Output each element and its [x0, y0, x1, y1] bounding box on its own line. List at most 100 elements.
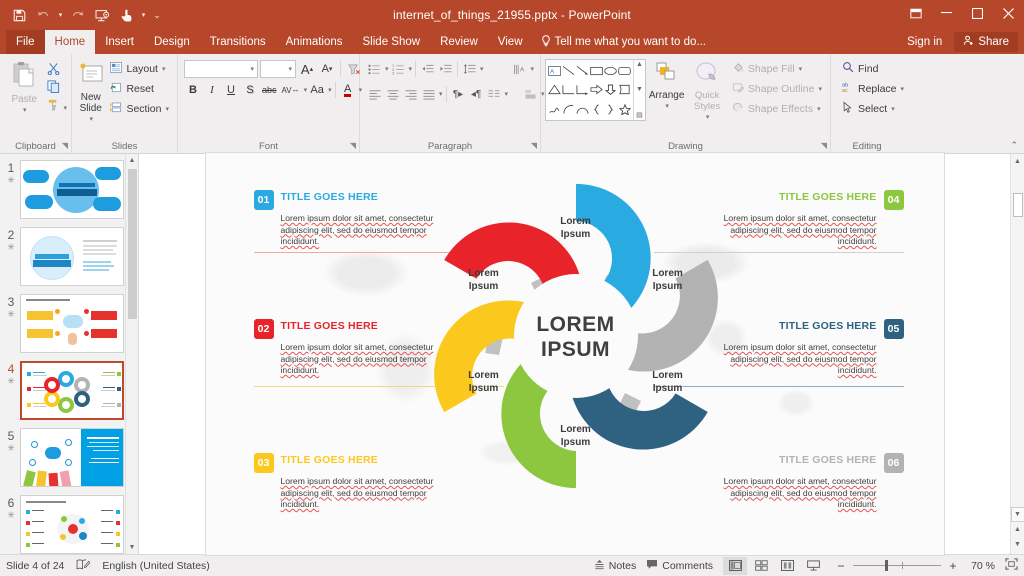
zoom-in-button[interactable]: + [947, 559, 959, 573]
underline-button[interactable]: U [222, 81, 240, 99]
clipboard-dialog-launcher[interactable]: ◥ [62, 139, 68, 153]
ltr-button[interactable]: ¶▸ [450, 85, 467, 103]
tab-transitions[interactable]: Transitions [200, 30, 276, 54]
decrease-indent-button[interactable] [419, 60, 436, 78]
numbering-button[interactable]: 123 [390, 60, 407, 78]
select-dropdown-icon[interactable]: ▾ [891, 105, 895, 113]
elbow-arrow-connector-icon[interactable] [575, 80, 589, 99]
slide-item-05[interactable]: 05 TITLE GOES HERE Lorem ipsum dolor sit… [724, 319, 904, 377]
layout-dropdown-icon[interactable]: ▾ [162, 65, 166, 73]
select-button[interactable]: Select ▾ [837, 99, 908, 118]
start-presentation-icon[interactable] [91, 4, 113, 26]
curve-shape-icon[interactable] [575, 100, 589, 119]
down-arrow-shape-icon[interactable] [604, 80, 618, 99]
section-dropdown-icon[interactable]: ▾ [165, 105, 169, 113]
paste-button[interactable]: Paste ▾ [4, 57, 44, 116]
thumbnail-slide-2[interactable]: 2 ✳ [0, 227, 138, 294]
canvas-scroll-up-icon[interactable]: ▲ [1011, 154, 1024, 169]
fit-to-window-icon[interactable] [1005, 558, 1018, 573]
rounded-rectangle-shape-icon[interactable] [618, 61, 632, 80]
new-slide-dropdown-icon[interactable]: ▾ [89, 114, 93, 125]
copy-icon[interactable] [44, 78, 62, 95]
slide-sorter-view-button[interactable] [749, 557, 773, 575]
thumbnail-image-3[interactable] [20, 294, 124, 353]
freeform-scribble-icon[interactable] [547, 100, 561, 119]
slide-item-02[interactable]: 02 TITLE GOES HERE Lorem ipsum dolor sit… [253, 319, 434, 377]
decrease-font-size-button[interactable]: A ▾ [318, 60, 336, 78]
arrow-shape-icon[interactable] [575, 61, 589, 80]
reset-button[interactable]: Reset [105, 79, 173, 98]
triangle-shape-icon[interactable] [547, 80, 561, 99]
reading-view-button[interactable] [775, 557, 799, 575]
paste-dropdown-icon[interactable]: ▾ [23, 105, 27, 116]
rtl-button[interactable]: ◂¶ [468, 85, 485, 103]
align-right-button[interactable] [402, 85, 419, 103]
thumbnail-image-4[interactable] [20, 361, 124, 420]
minimize-button[interactable] [931, 0, 962, 26]
align-center-button[interactable] [384, 85, 401, 103]
tab-home[interactable]: Home [44, 30, 96, 54]
section-button[interactable]: Section ▾ [105, 99, 173, 118]
character-spacing-dropdown-icon[interactable]: ▾ [304, 86, 308, 94]
layout-button[interactable]: Layout ▾ [105, 59, 173, 78]
shape-effects-dropdown-icon[interactable]: ▾ [817, 105, 821, 113]
font-dialog-launcher[interactable]: ◥ [350, 139, 356, 153]
thumbnail-pane-scrollbar[interactable]: ▲ ▼ [125, 154, 138, 554]
change-case-button[interactable]: Aa [308, 81, 326, 99]
new-slide-button[interactable]: New Slide ▾ [76, 57, 105, 125]
numbering-dropdown-icon[interactable]: ▾ [409, 65, 413, 73]
bold-button[interactable]: B [184, 81, 202, 99]
line-spacing-button[interactable] [461, 60, 478, 78]
thumbnail-image-2[interactable] [20, 227, 124, 286]
undo-icon[interactable] [32, 4, 54, 26]
right-arrow-shape-icon[interactable] [589, 80, 603, 99]
shape-effects-button[interactable]: Shape Effects ▾ [727, 99, 826, 118]
close-button[interactable] [993, 0, 1024, 26]
line-spacing-dropdown-icon[interactable]: ▾ [480, 65, 484, 73]
customize-qat-icon[interactable]: ⌄ [150, 4, 164, 26]
thumbnail-scroll-down-icon[interactable]: ▼ [126, 541, 139, 554]
tell-me-search[interactable]: Tell me what you want to do... [533, 30, 715, 54]
font-color-button[interactable]: A [339, 81, 357, 99]
thumbnail-image-1[interactable] [20, 160, 124, 219]
bullets-button[interactable] [366, 60, 383, 78]
thumbnail-image-5[interactable] [20, 428, 124, 487]
convert-to-smartart-button[interactable] [522, 85, 539, 103]
tab-view[interactable]: View [488, 30, 533, 54]
zoom-out-button[interactable]: − [835, 559, 847, 573]
format-painter-icon[interactable] [44, 96, 62, 113]
touch-mode-dropdown-icon[interactable]: ▾ [139, 4, 148, 26]
canvas-scroll-down-icon[interactable]: ▲ [1011, 522, 1024, 537]
zoom-level-label[interactable]: 70 % [965, 560, 995, 572]
shape-fill-button[interactable]: Shape Fill ▾ [727, 59, 826, 78]
left-brace-icon[interactable] [589, 100, 603, 119]
line-shape-icon[interactable] [561, 61, 575, 80]
slide-item-01[interactable]: 01 TITLE GOES HERE Lorem ipsum dolor sit… [253, 190, 434, 248]
align-left-button[interactable] [366, 85, 383, 103]
slide-item-06[interactable]: 06 TITLE GOES HERE Lorem ipsum dolor sit… [724, 453, 904, 511]
zoom-slider-thumb[interactable] [885, 560, 888, 571]
character-spacing-button[interactable]: AV ↔ [280, 81, 302, 99]
shapes-scroll-up-icon[interactable]: ▲ [636, 61, 643, 68]
shapes-gallery[interactable]: A ▲ ▼ ▤ [545, 59, 646, 121]
textbox-shape-icon[interactable]: A [547, 61, 561, 80]
sign-in-button[interactable]: Sign in [901, 36, 948, 48]
replace-dropdown-icon[interactable]: ▾ [901, 85, 905, 93]
tab-insert[interactable]: Insert [95, 30, 144, 54]
drawing-dialog-launcher[interactable]: ◥ [821, 139, 827, 153]
thumbnail-image-6[interactable] [20, 495, 124, 554]
arc-shape-icon[interactable] [561, 100, 575, 119]
thumbnail-slide-4[interactable]: 4 ✳ [0, 361, 138, 428]
slide-indicator[interactable]: Slide 4 of 24 [6, 560, 64, 572]
notes-button[interactable]: Notes [594, 559, 636, 573]
thumbnail-slide-5[interactable]: 5 ✳ [0, 428, 138, 495]
shape-fill-dropdown-icon[interactable]: ▾ [799, 65, 803, 73]
pentagon-shape-icon[interactable] [618, 80, 632, 99]
rectangle-shape-icon[interactable] [589, 61, 603, 80]
clipboard-more-icon[interactable]: ▾ [63, 86, 67, 112]
comments-button[interactable]: Comments [646, 559, 713, 573]
italic-button[interactable]: I [203, 81, 221, 99]
strikethrough-button[interactable]: abc [260, 81, 279, 99]
touch-mode-icon[interactable] [115, 4, 137, 26]
previous-slide-icon[interactable]: ▼ [1010, 507, 1024, 522]
